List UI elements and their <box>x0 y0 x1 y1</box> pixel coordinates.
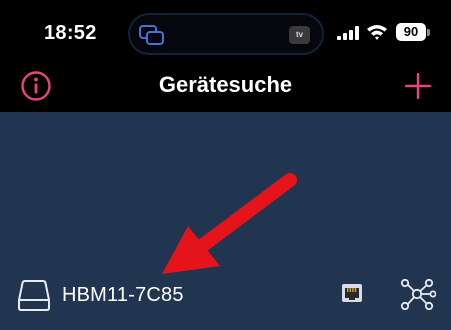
status-time: 18:52 <box>44 22 97 44</box>
red-arrow-icon <box>162 173 297 274</box>
screen-mirroring-icon <box>139 25 164 45</box>
battery-nub <box>427 29 430 36</box>
appletv-badge-text: tv <box>295 30 304 39</box>
device-row[interactable]: HBM11-7C85 <box>0 270 451 330</box>
nav-bar: Gerätesuche <box>0 62 451 112</box>
drive-icon <box>18 280 50 311</box>
device-list: HBM11-7C85 <box>0 112 451 330</box>
network-topology-icon[interactable] <box>400 278 436 310</box>
page-title: Gerätesuche <box>158 72 293 97</box>
status-bar: 18:52 tv 90 <box>0 0 451 62</box>
device-name: HBM11-7C85 <box>62 284 184 306</box>
wifi-icon <box>367 25 387 40</box>
ethernet-icon <box>342 284 362 302</box>
battery-level: 90 <box>403 24 419 39</box>
plus-icon[interactable] <box>404 72 432 100</box>
cellular-signal-icon <box>337 26 359 40</box>
battery-icon: 90 <box>396 23 426 41</box>
appletv-badge-icon: tv <box>289 26 310 44</box>
dynamic-island[interactable]: tv <box>128 13 324 55</box>
